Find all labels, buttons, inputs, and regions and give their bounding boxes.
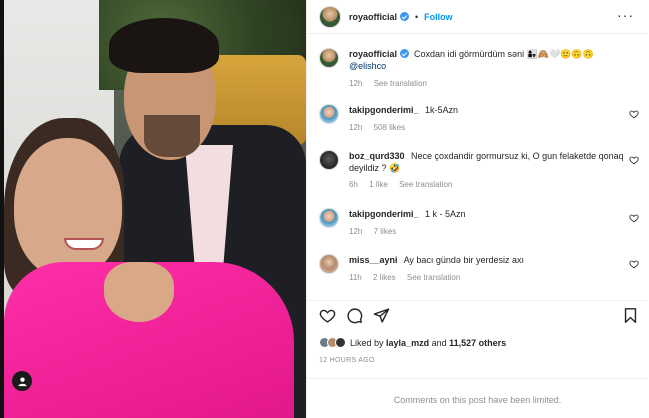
comment-meta: 11h 2 likes See translation <box>349 273 624 282</box>
post-modal: royaofficial • Follow ··· royaofficial Co… <box>0 0 649 418</box>
photo-hand <box>104 262 174 322</box>
comment-line: takipgonderimi_ 1k-5Azn <box>349 104 624 116</box>
comment-text: Ay bacı gündə bir yerdesiz axı <box>403 255 524 265</box>
author-avatar[interactable] <box>319 5 341 28</box>
header-separator: • <box>415 11 419 22</box>
likes-user-link[interactable]: layla_mzd <box>386 338 429 348</box>
liker-avatar <box>335 337 346 348</box>
caption-username[interactable]: royaofficial <box>349 49 397 59</box>
caption-mention-line: @elishco <box>349 60 624 72</box>
comment-time: 11h <box>349 273 362 282</box>
caption-time: 12h <box>349 79 363 88</box>
verified-badge-icon <box>400 12 410 21</box>
caption-line: royaofficial Coxdan idi görmürdüm səni 👩‍… <box>349 48 624 60</box>
comment-likes[interactable]: 1 like <box>369 180 388 189</box>
comments-limited-notice: Comments on this post have been limited. <box>393 395 562 405</box>
comment-heart-icon[interactable] <box>629 213 639 223</box>
more-options-icon[interactable]: ··· <box>617 8 634 22</box>
caption-text: Coxdan idi görmürdüm səni 👩‍👧🙈🤍🙂🙃🙃 <box>414 49 594 59</box>
actions-divider <box>307 300 648 301</box>
likes-summary: Liked by layla_mzd and 11,527 others <box>319 337 506 348</box>
comment-avatar[interactable] <box>319 254 339 274</box>
verified-badge-icon <box>400 49 410 58</box>
like-heart-icon[interactable] <box>319 307 336 324</box>
comment-heart-icon[interactable] <box>629 259 639 269</box>
caption-avatar[interactable] <box>319 48 339 68</box>
caption-mention-link[interactable]: @elishco <box>349 61 386 71</box>
comment-time: 12h <box>349 123 363 132</box>
post-timestamp[interactable]: 12 HOURS AGO <box>319 357 375 364</box>
comment-meta: 6h 1 like See translation <box>349 180 624 189</box>
comment-item: boz_qurd330 Nece çoxdandir gormursuz ki,… <box>319 150 639 189</box>
comment-avatar[interactable] <box>319 208 339 228</box>
likes-and: and <box>431 337 447 348</box>
comment-meta: 12h 7 likes <box>349 227 624 236</box>
comment-likes[interactable]: 2 likes <box>373 273 396 282</box>
share-icon[interactable] <box>373 307 390 324</box>
post-photo[interactable] <box>4 0 306 418</box>
comment-heart-icon[interactable] <box>629 155 639 165</box>
post-actions <box>319 307 639 327</box>
follow-button[interactable]: Follow <box>424 12 453 22</box>
caption: royaofficial Coxdan idi görmürdüm səni 👩‍… <box>319 48 639 88</box>
liker-avatars <box>319 337 346 348</box>
photo-woman-face <box>14 138 122 278</box>
likes-prefix: Liked by <box>350 337 384 348</box>
comment-time: 12h <box>349 227 363 236</box>
user-tag-icon <box>17 376 27 386</box>
comment-icon[interactable] <box>346 307 363 324</box>
caption-meta: 12h See translation <box>349 79 624 88</box>
comment-body: miss__ayni Ay bacı gündə bir yerdesiz ax… <box>349 254 624 282</box>
comment-avatar[interactable] <box>319 150 339 170</box>
user-tag-button[interactable] <box>12 371 32 391</box>
caption-body: royaofficial Coxdan idi görmürdüm səni 👩‍… <box>349 48 624 88</box>
comment-body: boz_qurd330 Nece çoxdandir gormursuz ki,… <box>349 150 624 189</box>
comment-username[interactable]: miss__ayni <box>349 255 398 265</box>
caption-see-translation[interactable]: See translation <box>374 79 427 88</box>
comment-line: boz_qurd330 Nece çoxdandir gormursuz ki,… <box>349 150 624 174</box>
comment-see-translation[interactable]: See translation <box>399 180 452 189</box>
comment-item: takipgonderimi_ 1k-5Azn 12h 508 likes <box>319 104 639 132</box>
comment-body: takipgonderimi_ 1 k - 5Azn 12h 7 likes <box>349 208 624 236</box>
photo-man-hair <box>109 18 219 73</box>
comment-time: 6h <box>349 180 358 189</box>
comment-text: 1k-5Azn <box>425 105 459 115</box>
likes-others-link[interactable]: 11,527 others <box>449 338 506 348</box>
comment-line: miss__ayni Ay bacı gündə bir yerdesiz ax… <box>349 254 624 266</box>
photo-man-beard <box>144 115 200 157</box>
comment-likes[interactable]: 7 likes <box>374 227 397 236</box>
comment-item: miss__ayni Ay bacı gündə bir yerdesiz ax… <box>319 254 639 282</box>
comment-username[interactable]: takipgonderimi_ <box>349 105 419 115</box>
bookmark-icon[interactable] <box>622 307 639 324</box>
comment-avatar[interactable] <box>319 104 339 124</box>
comment-username[interactable]: takipgonderimi_ <box>349 209 419 219</box>
post-side-panel: royaofficial • Follow ··· royaofficial Co… <box>306 0 649 418</box>
comment-text: 1 k - 5Azn <box>425 209 466 219</box>
comment-username[interactable]: boz_qurd330 <box>349 151 405 161</box>
comment-body: takipgonderimi_ 1k-5Azn 12h 508 likes <box>349 104 624 132</box>
author-username[interactable]: royaofficial <box>349 12 397 22</box>
comment-likes[interactable]: 508 likes <box>374 123 406 132</box>
comment-see-translation[interactable]: See translation <box>407 273 460 282</box>
comment-item: takipgonderimi_ 1 k - 5Azn 12h 7 likes <box>319 208 639 236</box>
comment-line: takipgonderimi_ 1 k - 5Azn <box>349 208 624 220</box>
comment-box-divider <box>307 378 648 379</box>
comment-heart-icon[interactable] <box>629 109 639 119</box>
post-header: royaofficial • Follow ··· <box>307 0 648 34</box>
comment-meta: 12h 508 likes <box>349 123 624 132</box>
photo-woman-smile <box>64 238 104 250</box>
